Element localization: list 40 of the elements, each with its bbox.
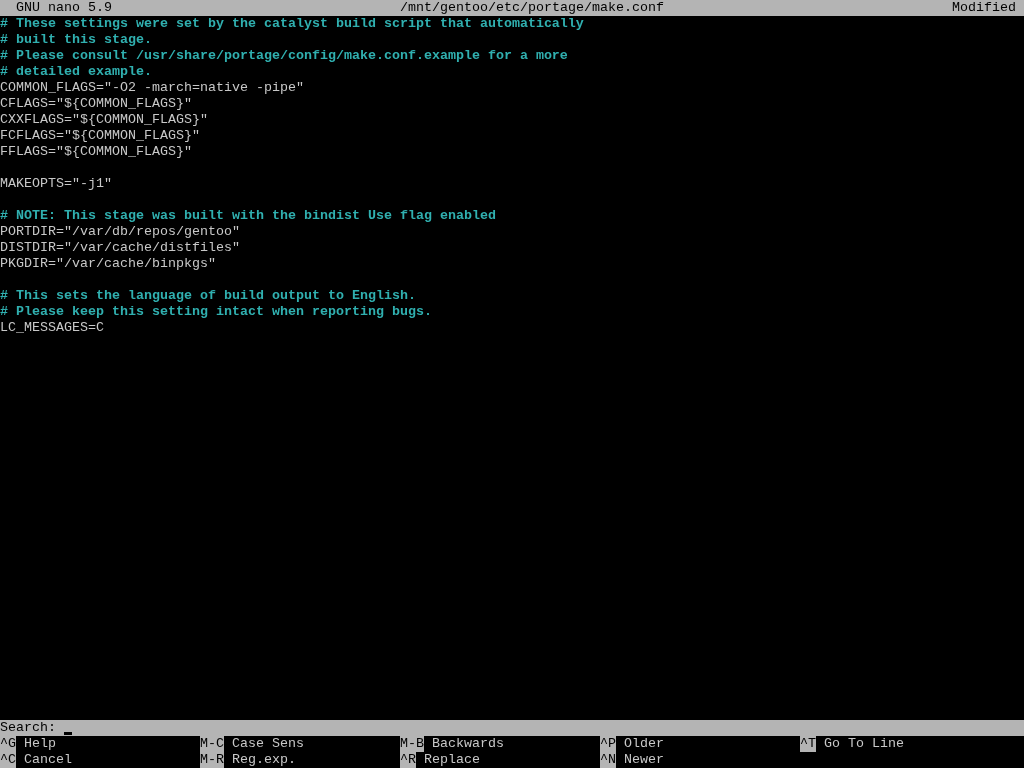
- shortcut-label: Cancel: [24, 752, 72, 768]
- shortcut-key: M-R: [200, 752, 224, 768]
- shortcut-label: Help: [24, 736, 56, 752]
- shortcut-label: Newer: [624, 752, 664, 768]
- code-line: DISTDIR="/var/cache/distfiles": [0, 240, 241, 256]
- shortcut-key: M-B: [400, 736, 424, 752]
- code-line: MAKEOPTS="-j1": [0, 176, 113, 192]
- modified-status: Modified: [952, 0, 1016, 16]
- comment-line: # NOTE: This stage was built with the bindist Use flag enabled: [0, 208, 497, 224]
- code-line: PKGDIR="/var/cache/binpkgs": [0, 256, 217, 272]
- shortcut-label: Replace: [424, 752, 480, 768]
- code-line: LC_MESSAGES=C: [0, 320, 105, 336]
- shortcut-key: ^P: [600, 736, 616, 752]
- comment-line: # detailed example.: [0, 64, 153, 80]
- shortcut-label: Reg.exp.: [232, 752, 296, 768]
- shortcut-key: ^N: [600, 752, 616, 768]
- shortcut-label: Go To Line: [824, 736, 904, 752]
- app-version: GNU nano 5.9: [16, 0, 112, 16]
- shortcut-label: Backwards: [432, 736, 504, 752]
- shortcut-label: Case Sens: [232, 736, 304, 752]
- shortcut-key: ^T: [800, 736, 816, 752]
- comment-line: # This sets the language of build output to English.: [0, 288, 417, 304]
- comment-line: # Please consult /usr/share/portage/config/make.conf.example for a more: [0, 48, 569, 64]
- code-line: FCFLAGS="${COMMON_FLAGS}": [0, 128, 201, 144]
- code-line: CXXFLAGS="${COMMON_FLAGS}": [0, 112, 209, 128]
- search-field[interactable]: Search:: [0, 720, 1024, 736]
- code-line: PORTDIR="/var/db/repos/gentoo": [0, 224, 241, 240]
- file-path: /mnt/gentoo/etc/portage/make.conf: [400, 0, 664, 16]
- comment-line: # built this stage.: [0, 32, 153, 48]
- text-cursor: [64, 732, 72, 735]
- code-line: CFLAGS="${COMMON_FLAGS}": [0, 96, 193, 112]
- shortcut-label: Older: [624, 736, 664, 752]
- shortcut-key: ^C: [0, 752, 16, 768]
- comment-line: # Please keep this setting intact when reporting bugs.: [0, 304, 433, 320]
- code-line: COMMON_FLAGS="-O2 -march=native -pipe": [0, 80, 305, 96]
- shortcut-key: ^G: [0, 736, 16, 752]
- code-line: FFLAGS="${COMMON_FLAGS}": [0, 144, 193, 160]
- comment-line: # These settings were set by the catalyst build script that automatically: [0, 16, 585, 32]
- shortcut-key: M-C: [200, 736, 224, 752]
- shortcut-key: ^R: [400, 752, 416, 768]
